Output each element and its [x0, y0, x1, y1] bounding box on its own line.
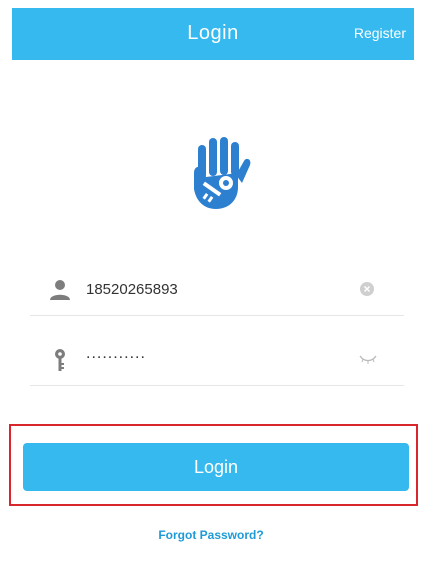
login-button[interactable]: Login — [23, 443, 409, 491]
eye-closed-icon[interactable] — [358, 353, 378, 365]
hand-key-icon — [194, 137, 251, 209]
username-row — [30, 265, 404, 316]
register-link[interactable]: Register — [354, 25, 406, 41]
password-row: ........... — [30, 335, 404, 386]
password-input[interactable]: ........... — [86, 345, 336, 369]
key-icon — [55, 349, 65, 371]
forgot-password-link[interactable]: Forgot Password? — [0, 528, 422, 542]
user-icon — [50, 280, 70, 300]
clear-icon[interactable] — [360, 282, 374, 296]
username-input[interactable] — [86, 277, 336, 301]
header-bar: Login Register — [12, 8, 414, 60]
